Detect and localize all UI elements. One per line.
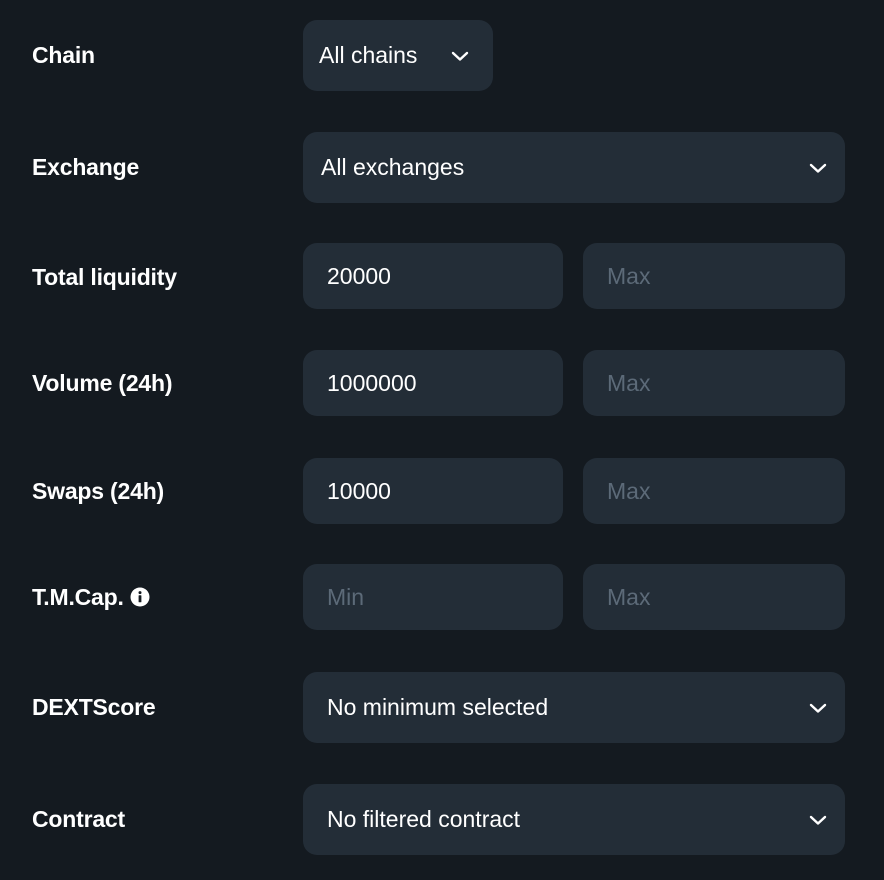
volume-max-input[interactable]: Max — [583, 350, 845, 416]
total-liquidity-max-placeholder: Max — [607, 262, 651, 289]
chevron-down-icon — [809, 702, 827, 714]
contract-select[interactable]: No filtered contract — [303, 784, 845, 855]
chain-select-value: All chains — [319, 42, 418, 68]
total-liquidity-min-input[interactable]: 20000 — [303, 243, 563, 309]
exchange-select-value: All exchanges — [321, 154, 465, 180]
info-icon[interactable] — [130, 587, 150, 607]
dextscore-label: DEXTScore — [32, 693, 156, 720]
swaps-max-input[interactable]: Max — [583, 458, 845, 524]
tmcap-label: T.M.Cap. — [32, 580, 150, 614]
swaps-max-placeholder: Max — [607, 477, 651, 504]
tmcap-max-placeholder: Max — [607, 583, 651, 610]
swaps-min-value: 10000 — [327, 477, 391, 504]
dextscore-select-value: No minimum selected — [327, 694, 549, 720]
tmcap-min-input[interactable]: Min — [303, 564, 563, 630]
dextscore-select[interactable]: No minimum selected — [303, 672, 845, 743]
volume-min-input[interactable]: 1000000 — [303, 350, 563, 416]
chevron-down-icon — [451, 50, 469, 62]
swaps-label: Swaps (24h) — [32, 477, 165, 504]
contract-label: Contract — [32, 805, 125, 832]
total-liquidity-max-input[interactable]: Max — [583, 243, 845, 309]
chevron-down-icon — [809, 162, 827, 174]
chevron-down-icon — [809, 814, 827, 826]
tmcap-min-placeholder: Min — [327, 583, 365, 610]
chain-select[interactable]: All chains — [303, 20, 493, 91]
exchange-select[interactable]: All exchanges — [303, 132, 845, 203]
total-liquidity-label: Total liquidity — [32, 263, 177, 290]
chain-label: Chain — [32, 41, 95, 68]
volume-max-placeholder: Max — [607, 369, 651, 396]
contract-select-value: No filtered contract — [327, 806, 521, 832]
volume-min-value: 1000000 — [327, 369, 417, 396]
volume-label: Volume (24h) — [32, 369, 173, 396]
swaps-min-input[interactable]: 10000 — [303, 458, 563, 524]
total-liquidity-min-value: 20000 — [327, 262, 391, 289]
exchange-label: Exchange — [32, 153, 140, 180]
tmcap-max-input[interactable]: Max — [583, 564, 845, 630]
tmcap-label-text: T.M.Cap. — [32, 583, 124, 610]
